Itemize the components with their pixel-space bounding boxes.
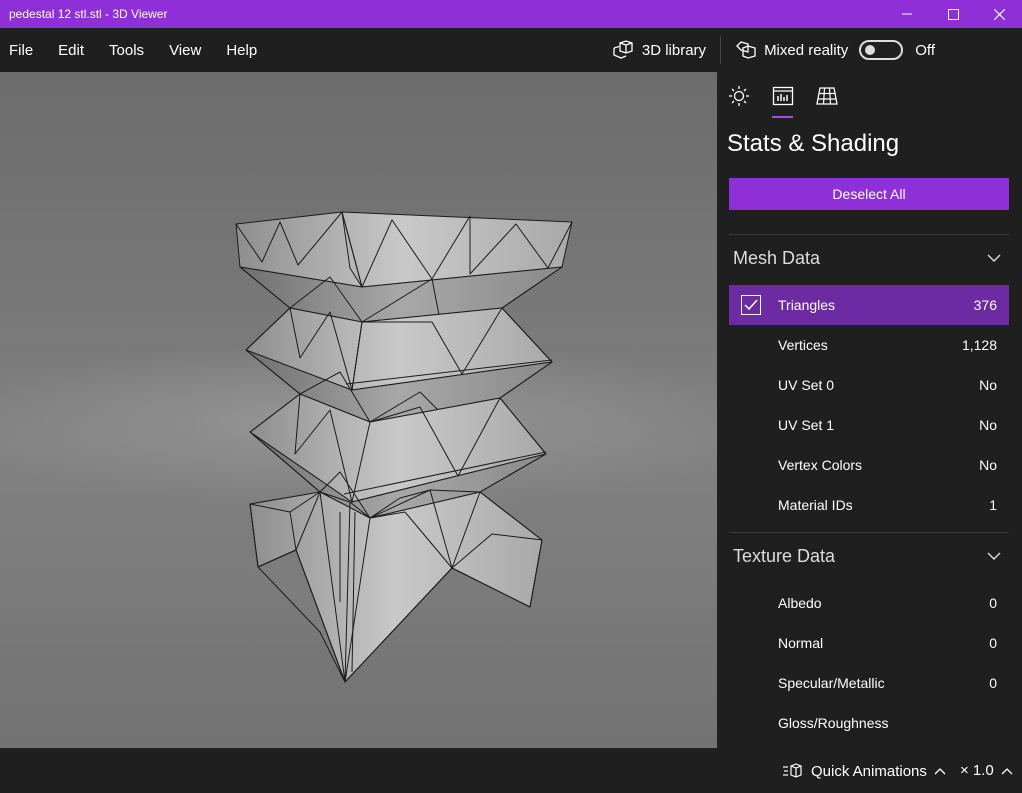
animated-cube-icon — [783, 763, 802, 778]
grid-icon[interactable] — [815, 84, 839, 108]
pedestal-model[interactable] — [0, 72, 717, 748]
bottom-bar: Quick Animations × 1.0 — [0, 748, 1022, 793]
row-value: No — [979, 377, 997, 393]
list-item-uv-set-0[interactable]: UV Set 0 No — [729, 365, 1009, 405]
chevron-up-icon — [1001, 767, 1013, 774]
menu-divider — [720, 36, 722, 64]
list-item-material-ids[interactable]: Material IDs 1 — [729, 485, 1009, 525]
toggle-knob — [865, 45, 876, 55]
chevron-up-icon — [934, 768, 946, 775]
animation-speed-button[interactable]: × 1.0 — [960, 762, 1013, 779]
cube-box-icon — [613, 40, 633, 59]
minimize-button[interactable] — [884, 0, 930, 28]
menu-tools[interactable]: Tools — [109, 42, 144, 59]
maximize-icon — [947, 8, 959, 20]
list-item-specular-metallic[interactable]: Specular/Metallic 0 — [729, 663, 1009, 703]
row-value: No — [979, 457, 997, 473]
texture-data-title: Texture Data — [733, 545, 836, 566]
mesh-data-title: Mesh Data — [733, 247, 821, 268]
toggle-state-label: Off — [915, 41, 935, 59]
quick-animations-label: Quick Animations — [811, 762, 927, 780]
list-item-normal[interactable]: Normal 0 — [729, 623, 1009, 663]
row-value: 0 — [989, 635, 997, 651]
minimize-icon — [902, 13, 912, 15]
sun-icon[interactable] — [727, 84, 751, 108]
row-label: Material IDs — [778, 497, 853, 513]
panel-title: Stats & Shading — [727, 130, 900, 157]
menu-help[interactable]: Help — [226, 42, 257, 59]
row-label: UV Set 0 — [778, 377, 835, 393]
menu-file[interactable]: File — [9, 42, 33, 59]
chevron-down-icon — [987, 254, 1001, 262]
mixed-reality-button[interactable]: Mixed reality — [736, 40, 848, 60]
list-item-uv-set-1[interactable]: UV Set 1 No — [729, 405, 1009, 445]
mesh-data-header[interactable]: Mesh Data — [733, 243, 1009, 273]
row-label: Specular/Metallic — [778, 675, 885, 691]
active-tab-indicator — [772, 116, 793, 118]
section-divider — [729, 532, 1009, 533]
texture-data-header[interactable]: Texture Data — [733, 541, 1009, 571]
close-icon — [993, 8, 1005, 20]
animation-speed-label: × 1.0 — [960, 762, 994, 779]
row-label: Vertices — [778, 337, 828, 353]
row-label: UV Set 1 — [778, 417, 835, 433]
list-item-albedo[interactable]: Albedo 0 — [729, 583, 1009, 623]
deselect-all-button[interactable]: Deselect All — [729, 178, 1009, 210]
quick-animations-button[interactable]: Quick Animations — [783, 762, 946, 780]
stats-panel: Stats & Shading Deselect All Mesh Data T… — [717, 72, 1022, 748]
row-label: Gloss/Roughness — [778, 715, 889, 731]
chevron-down-icon — [987, 552, 1001, 560]
stats-chart-icon[interactable] — [771, 84, 795, 108]
row-label: Triangles — [778, 297, 836, 313]
mixed-reality-icon — [736, 41, 756, 59]
mixed-reality-label: Mixed reality — [764, 41, 849, 59]
row-label: Albedo — [778, 595, 822, 611]
section-divider — [729, 234, 1009, 235]
list-item-vertices[interactable]: Vertices 1,128 — [729, 325, 1009, 365]
row-value: No — [979, 417, 997, 433]
list-item-gloss-roughness[interactable]: Gloss/Roughness — [729, 703, 1009, 743]
close-button[interactable] — [976, 0, 1022, 28]
row-label: Vertex Colors — [778, 457, 863, 473]
row-value: 1,128 — [961, 337, 997, 353]
3d-library-button[interactable]: 3D library — [612, 40, 706, 60]
menu-view[interactable]: View — [169, 42, 201, 59]
row-value: 0 — [989, 675, 997, 691]
window-title: pedestal 12 stl.stl - 3D Viewer — [9, 7, 168, 21]
3d-viewport[interactable] — [0, 72, 717, 748]
row-label: Normal — [778, 635, 824, 651]
panel-tabs — [717, 72, 1022, 122]
menu-edit[interactable]: Edit — [58, 42, 84, 59]
row-value: 376 — [973, 297, 997, 313]
row-value: 1 — [989, 497, 997, 513]
maximize-button[interactable] — [930, 0, 976, 28]
triangles-checkbox[interactable] — [741, 295, 761, 315]
checkmark-icon — [744, 299, 758, 311]
menu-bar: File Edit Tools View Help 3D library Mix… — [0, 28, 1022, 72]
3d-library-label: 3D library — [641, 41, 707, 59]
list-item-vertex-colors[interactable]: Vertex Colors No — [729, 445, 1009, 485]
mixed-reality-toggle[interactable] — [859, 40, 904, 60]
list-item-triangles[interactable]: Triangles 376 — [729, 285, 1009, 325]
title-bar: pedestal 12 stl.stl - 3D Viewer — [0, 0, 1022, 28]
row-value: 0 — [989, 595, 997, 611]
